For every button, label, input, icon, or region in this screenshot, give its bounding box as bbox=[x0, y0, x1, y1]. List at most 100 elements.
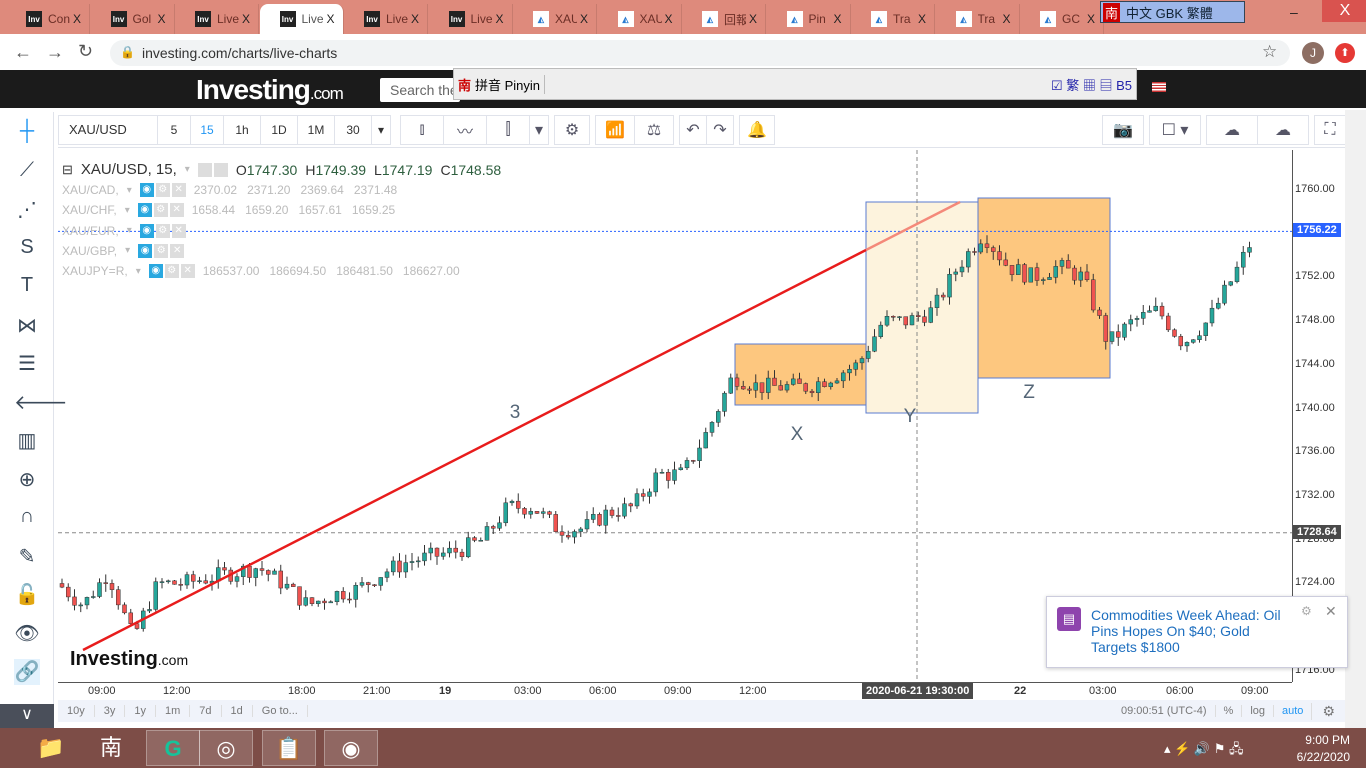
compare-legend[interactable]: XAUJPY=R, ▾ ◉ ⚙ ✕ 186537.00 186694.50 186481.… bbox=[62, 264, 460, 279]
remove-icon[interactable]: ✕ bbox=[169, 203, 184, 218]
reload-icon[interactable]: ↻ bbox=[78, 41, 93, 62]
range-1y[interactable]: 1y bbox=[125, 705, 156, 717]
notepad-icon[interactable]: 📋 bbox=[262, 730, 316, 766]
tab-close-icon[interactable]: X bbox=[580, 12, 588, 26]
chevron-down-icon[interactable]: ▾ bbox=[185, 164, 190, 175]
gear-icon[interactable]: ⚙ bbox=[1311, 702, 1345, 720]
tab-close-icon[interactable]: X bbox=[833, 12, 841, 26]
range-Go to...[interactable]: Go to... bbox=[253, 705, 308, 717]
clock-time[interactable]: 9:00 PM bbox=[1290, 733, 1350, 747]
candle-style-icon[interactable]: ⫾ bbox=[400, 114, 444, 145]
browser-tab[interactable]: ◭ XAU X bbox=[598, 4, 682, 34]
tab-close-icon[interactable]: X bbox=[73, 12, 81, 26]
gear-icon[interactable] bbox=[213, 162, 228, 177]
eye-icon[interactable]: ◉ bbox=[139, 183, 154, 197]
close-icon[interactable]: ✕ bbox=[1325, 603, 1337, 620]
collapse-toolbar-icon[interactable]: ∨ bbox=[0, 704, 54, 728]
gear-icon[interactable]: ⚙ bbox=[1301, 604, 1312, 618]
range-10y[interactable]: 10y bbox=[58, 705, 95, 717]
forward-icon[interactable]: → bbox=[46, 42, 64, 63]
eye-icon[interactable] bbox=[197, 162, 212, 177]
extension-icon[interactable]: ⬆ bbox=[1335, 43, 1355, 63]
tab-close-icon[interactable]: X bbox=[495, 12, 503, 26]
back-icon[interactable]: ← bbox=[14, 42, 32, 63]
compare-legend[interactable]: XAU/EUR, ▾ ◉ ⚙ ✕ bbox=[62, 223, 194, 238]
eye-icon[interactable]: 👁 bbox=[14, 621, 40, 647]
back-arrow-icon[interactable]: 🡐 bbox=[14, 390, 68, 416]
line-style-icon[interactable]: 〰 bbox=[443, 114, 487, 145]
chevron-down-icon[interactable]: ▾ bbox=[136, 266, 141, 277]
interval-1M[interactable]: 1M bbox=[297, 114, 335, 145]
chevron-down-icon[interactable]: ▾ bbox=[125, 245, 130, 256]
compare-legend[interactable]: XAU/GBP, ▾ ◉ ⚙ ✕ bbox=[62, 243, 192, 258]
browser-tab[interactable]: Inv Live X bbox=[259, 4, 344, 34]
percent-toggle[interactable]: % bbox=[1214, 705, 1242, 717]
auto-toggle[interactable]: auto bbox=[1273, 705, 1311, 717]
chrome-icon[interactable]: ◉ bbox=[324, 730, 378, 766]
remove-icon[interactable]: ✕ bbox=[171, 223, 186, 238]
tab-close-icon[interactable]: X bbox=[242, 12, 250, 26]
us-flag-icon[interactable] bbox=[1152, 82, 1166, 92]
gear-icon[interactable]: ⚙ bbox=[155, 223, 170, 238]
pinyin-bar[interactable]: 南拼音 Pinyin ☑ 繁 ▦ ▤ B5 bbox=[453, 68, 1137, 100]
explorer-icon[interactable]: 📁 bbox=[24, 730, 78, 766]
grammarly-icon[interactable]: G bbox=[146, 730, 200, 766]
news-popup[interactable]: ▤ Commodities Week Ahead: Oil Pins Hopes… bbox=[1046, 596, 1348, 668]
magnet-icon[interactable]: ∩ bbox=[14, 505, 40, 531]
cloud-load-icon[interactable]: ☁ bbox=[1206, 114, 1258, 145]
tab-close-icon[interactable]: X bbox=[326, 12, 334, 26]
close-window-button[interactable]: X bbox=[1322, 0, 1366, 22]
cloud-save-icon[interactable]: ☁ bbox=[1257, 114, 1309, 145]
browser-tab[interactable]: ◭ Tra X bbox=[851, 4, 935, 34]
browser-tab[interactable]: Inv Live X bbox=[344, 4, 428, 34]
remove-icon[interactable]: ✕ bbox=[171, 183, 186, 197]
undo-icon[interactable]: ↶ bbox=[679, 114, 707, 145]
trend-line-icon[interactable]: ⟋ bbox=[14, 159, 40, 185]
browser-tab[interactable]: ◭ Tra X bbox=[936, 4, 1020, 34]
remove-icon[interactable]: ✕ bbox=[180, 264, 195, 279]
url-input[interactable]: investing.com/charts/live-charts bbox=[110, 40, 1290, 66]
screenshot-icon[interactable]: 📷 bbox=[1102, 114, 1144, 145]
browser-tab[interactable]: Inv Con X bbox=[6, 4, 90, 34]
collapse-legend-icon[interactable]: ⊟ bbox=[62, 162, 73, 178]
interval-15[interactable]: 15 bbox=[190, 114, 224, 145]
eye-icon[interactable]: ◉ bbox=[138, 243, 153, 258]
tab-close-icon[interactable]: X bbox=[749, 12, 757, 26]
bar-style-icon[interactable]: ⫿ bbox=[486, 114, 530, 145]
pattern-icon[interactable]: ⋈ bbox=[14, 313, 40, 339]
gear-icon[interactable]: ⚙ bbox=[164, 264, 179, 279]
browser-tab[interactable]: Inv Live X bbox=[175, 4, 259, 34]
color-picker-icon[interactable]: ☐ ▾ bbox=[1149, 114, 1201, 145]
news-title[interactable]: Commodities Week Ahead: Oil Pins Hopes O… bbox=[1091, 607, 1291, 655]
avatar[interactable]: J bbox=[1302, 42, 1324, 64]
tab-close-icon[interactable]: X bbox=[157, 12, 165, 26]
page-scrollbar[interactable] bbox=[1345, 110, 1366, 728]
text-icon[interactable]: T bbox=[14, 274, 40, 300]
compare-icon[interactable]: ⚖ bbox=[634, 114, 674, 145]
star-icon[interactable]: ☆ bbox=[1262, 42, 1277, 62]
ime-app-icon[interactable]: 南 bbox=[84, 730, 138, 766]
browser-tab[interactable]: ◭ XAU X bbox=[513, 4, 597, 34]
browser-tab[interactable]: ◭ Pin X bbox=[767, 4, 851, 34]
range-3y[interactable]: 3y bbox=[95, 705, 126, 717]
symbol-input[interactable]: XAU/USD bbox=[58, 114, 158, 145]
eye-icon[interactable]: ◉ bbox=[148, 264, 163, 279]
tab-close-icon[interactable]: X bbox=[1002, 12, 1010, 26]
chevron-down-icon[interactable]: ▾ bbox=[125, 205, 130, 216]
brush-icon[interactable]: S bbox=[14, 236, 40, 262]
gear-icon[interactable]: ⚙ bbox=[153, 203, 168, 218]
fullscreen-icon[interactable]: ⛶ bbox=[1314, 114, 1346, 145]
gear-icon[interactable]: ⚙ bbox=[155, 183, 170, 197]
prediction-icon[interactable]: ☰ bbox=[14, 351, 40, 377]
clock-date[interactable]: 6/22/2020 bbox=[1282, 750, 1350, 764]
site-logo[interactable]: Investing.com bbox=[196, 74, 344, 106]
redo-icon[interactable]: ↷ bbox=[706, 114, 734, 145]
ruler-icon[interactable]: ▥ bbox=[14, 428, 40, 454]
indicators-icon[interactable]: 📶 bbox=[595, 114, 635, 145]
chevron-down-icon[interactable]: ▾ bbox=[127, 185, 132, 196]
tab-close-icon[interactable]: X bbox=[411, 12, 419, 26]
browser-tab[interactable]: ◭ GC X bbox=[1020, 4, 1104, 34]
fib-icon[interactable]: ⋰ bbox=[14, 197, 40, 223]
main-series-legend[interactable]: ⊟ XAU/USD, 15, ▾ O1747.30 H1749.39 L1747.19 C1… bbox=[62, 161, 501, 178]
lock-icon[interactable]: 🔓 bbox=[14, 582, 40, 608]
